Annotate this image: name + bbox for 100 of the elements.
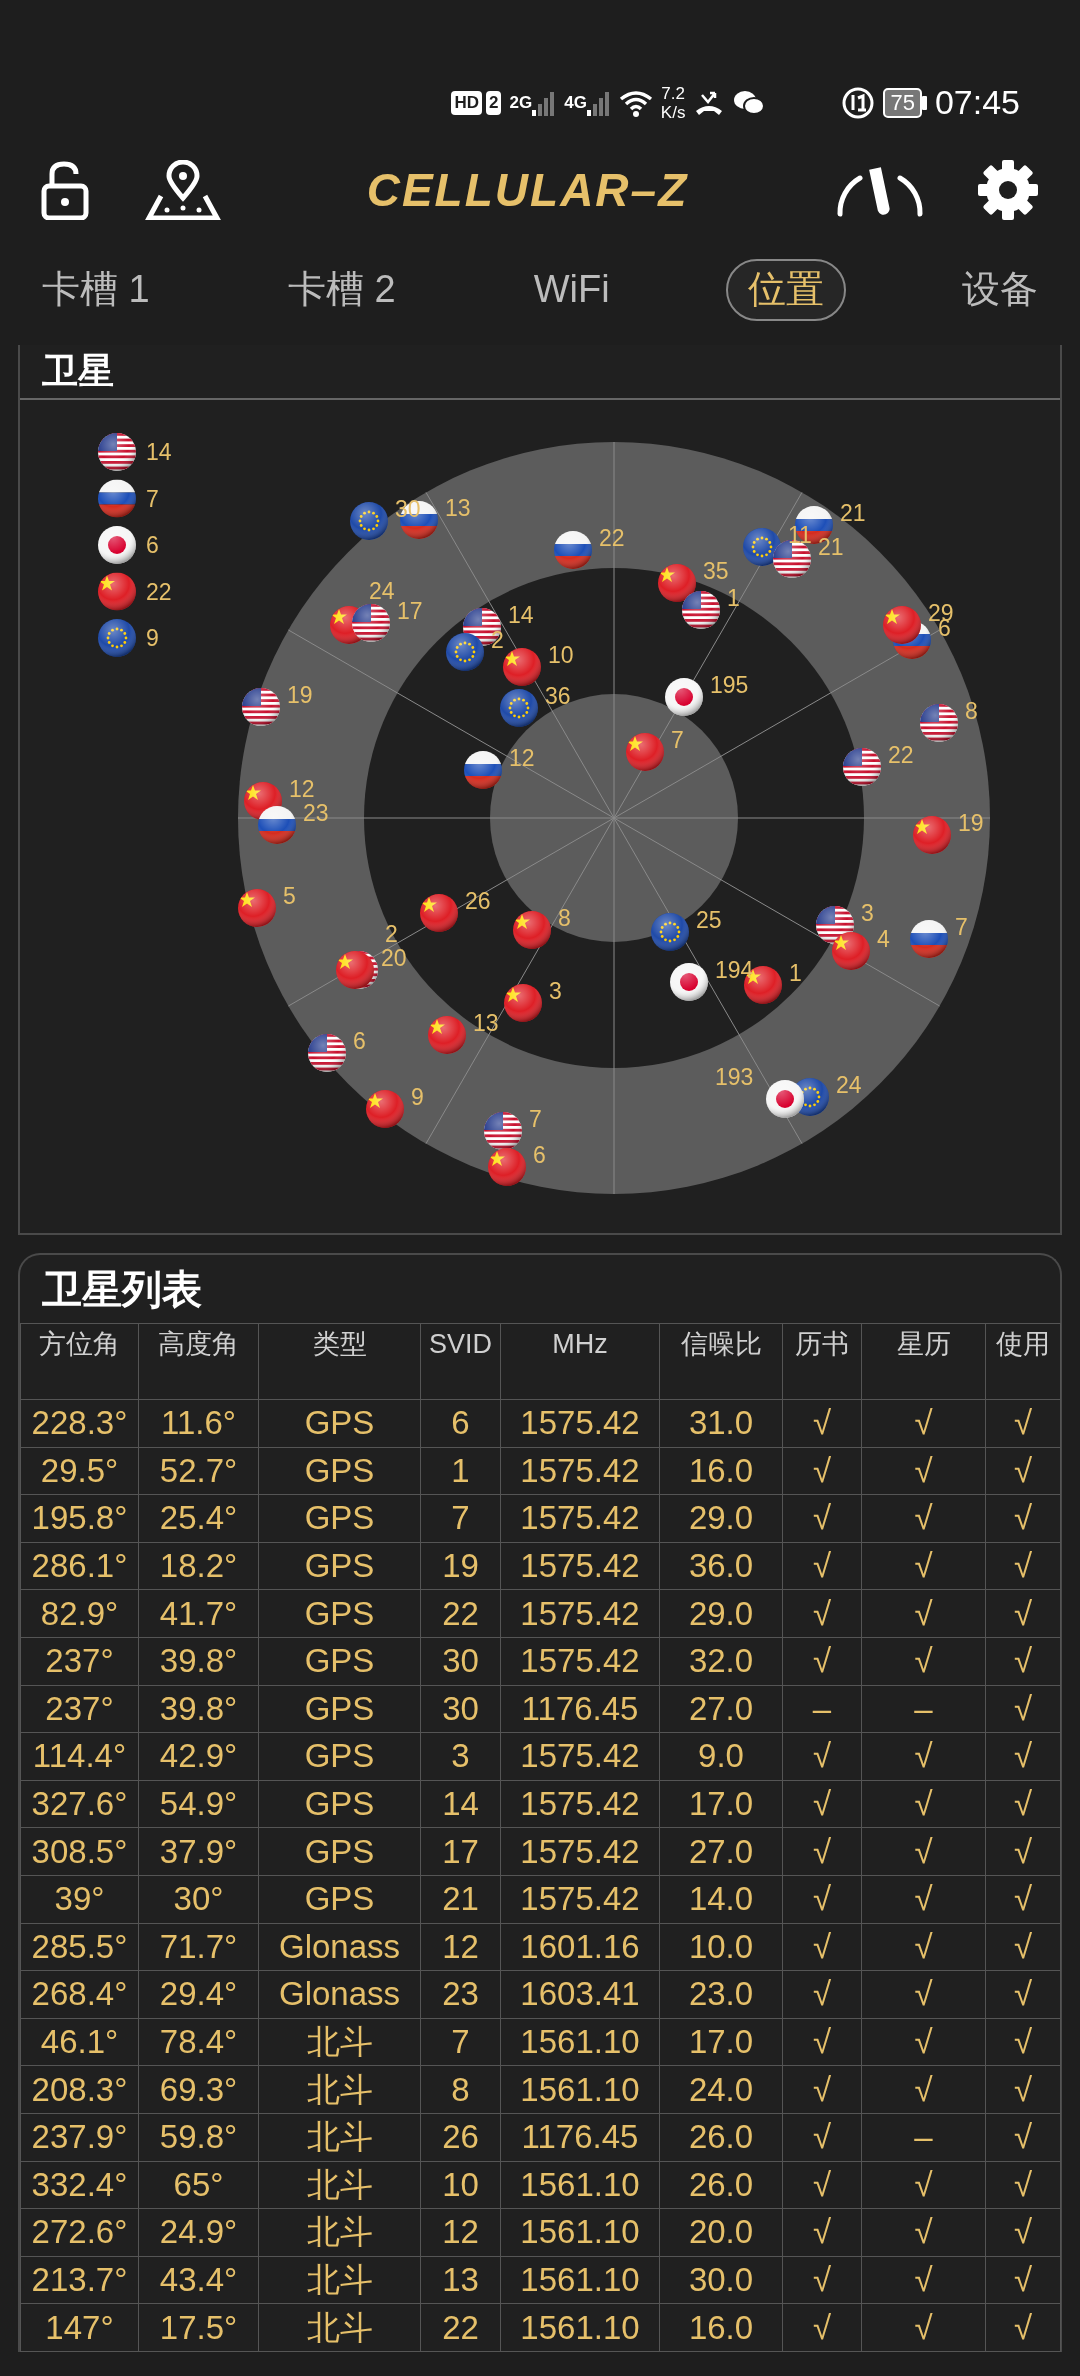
column-header: 高度角 (138, 1323, 259, 1400)
table-cell: 24.0 (659, 2065, 783, 2114)
settings-icon (976, 158, 1040, 222)
table-cell: 17.0 (659, 2018, 783, 2066)
section-title: 卫星列表 (41, 1266, 203, 1313)
table-cell: √ (782, 1732, 862, 1781)
table-cell: √ (985, 2161, 1061, 2209)
table-cell: 26.0 (659, 2113, 783, 2161)
table-cell: 71.7° (138, 1923, 259, 1971)
legend-count: 7 (146, 485, 159, 512)
app-logo: CELLULAR–Z (366, 162, 689, 218)
tab[interactable]: 设备 (940, 259, 1060, 321)
table-cell: √ (985, 2303, 1061, 2352)
table-cell: 10.0 (659, 1923, 783, 1971)
satellite-id: 22 (599, 525, 625, 551)
table-cell: GPS (258, 1685, 421, 1733)
tab[interactable]: 位置 (725, 259, 846, 321)
table-cell: √ (985, 2208, 1061, 2257)
legend-count: 6 (146, 532, 159, 558)
table-cell: 208.3° (20, 2065, 139, 2114)
table-cell: √ (861, 1970, 986, 2019)
table-cell: 268.4° (20, 1970, 139, 2019)
table-cell: 29.0 (659, 1589, 783, 1638)
table-cell: √ (985, 1589, 1061, 1638)
table-cell: √ (861, 1875, 986, 1924)
flag-icon (98, 433, 136, 471)
table-cell: 285.5° (20, 1923, 139, 1971)
table-cell: √ (861, 1494, 986, 1543)
tab[interactable]: WiFi (511, 259, 632, 321)
tab[interactable]: 卡槽 2 (265, 259, 418, 321)
table-cell: √ (861, 2303, 986, 2352)
table-cell: √ (985, 1875, 1061, 1924)
table-cell: √ (985, 1685, 1061, 1733)
table-cell: 1561.10 (500, 2208, 660, 2257)
table-cell: 1561.10 (500, 2065, 660, 2114)
table-cell: 1575.42 (500, 1827, 660, 1876)
table-cell: 21 (420, 1875, 501, 1924)
table-cell: 69.3° (138, 2065, 259, 2114)
legend-count: 22 (146, 578, 172, 605)
satellite-id: 14 (508, 602, 534, 628)
table-cell: 26.0 (659, 2161, 783, 2209)
flag-icon (350, 502, 388, 540)
satellite-id: 195 (710, 672, 749, 698)
table-cell: 46.1° (20, 2018, 139, 2066)
column-header: 信噪比 (659, 1323, 783, 1400)
table-cell: √ (782, 2161, 862, 2209)
table-cell: 39° (20, 1875, 139, 1924)
table-cell: GPS (258, 1494, 421, 1543)
table-cell: √ (861, 1923, 986, 1971)
table-cell: 42.9° (138, 1732, 259, 1781)
battery-level: 75 (883, 87, 922, 118)
table-cell: 北斗 (258, 2018, 421, 2066)
table-cell: 65° (138, 2161, 259, 2209)
table-cell: √ (985, 1780, 1061, 1828)
table-cell: 1603.41 (500, 1970, 660, 2019)
table-cell: √ (861, 1780, 986, 1828)
table-cell: √ (985, 2018, 1061, 2066)
table-cell: GPS (258, 1399, 421, 1448)
table-cell: √ (861, 1589, 986, 1638)
table-cell: GPS (258, 1732, 421, 1781)
satellite-id: 13 (445, 495, 471, 521)
table-cell: Glonass (258, 1923, 421, 1971)
table-cell: √ (861, 1542, 986, 1590)
table-cell: 26 (420, 2113, 501, 2161)
table-cell: √ (861, 1827, 986, 1876)
table-cell: GPS (258, 1589, 421, 1638)
satellite-id: 3 (861, 900, 874, 926)
tab[interactable]: 卡槽 1 (20, 259, 172, 321)
table-cell: √ (861, 1447, 986, 1495)
table-cell: √ (782, 2256, 862, 2304)
table-cell: √ (782, 1542, 862, 1590)
table-cell: GPS (258, 1780, 421, 1828)
table-cell: √ (782, 1827, 862, 1876)
table-cell: 286.1° (20, 1542, 139, 1590)
satellite-id: 2 (385, 921, 398, 947)
table-cell: √ (861, 2065, 986, 2114)
table-cell: 29.4° (138, 1970, 259, 2019)
table-cell: 9.0 (659, 1732, 783, 1781)
signal-icon (586, 89, 611, 116)
legend-count: 14 (146, 439, 172, 465)
flag-icon (238, 889, 276, 927)
power-saving-icon (841, 85, 876, 120)
table-cell: 14.0 (659, 1875, 783, 1924)
hd-badge: HD (451, 90, 482, 115)
table-cell: √ (861, 2161, 986, 2209)
table-cell: √ (782, 1923, 862, 1971)
table-cell: 59.8° (138, 2113, 259, 2161)
satellite-id: 7 (955, 914, 968, 940)
satellite-id: 24 (836, 1072, 862, 1098)
table-cell: 30 (420, 1637, 501, 1686)
table-cell: √ (985, 2256, 1061, 2304)
satellite-id: 12 (289, 776, 315, 802)
table-cell: 1575.42 (500, 1399, 660, 1448)
table-cell: 24.9° (138, 2208, 259, 2257)
table-cell: 19 (420, 1542, 501, 1590)
flag-icon (98, 619, 136, 657)
flag-icon (98, 572, 136, 611)
table-cell: 82.9° (20, 1589, 139, 1638)
table-cell: √ (861, 1637, 986, 1686)
table-cell: 17.0 (659, 1780, 783, 1828)
